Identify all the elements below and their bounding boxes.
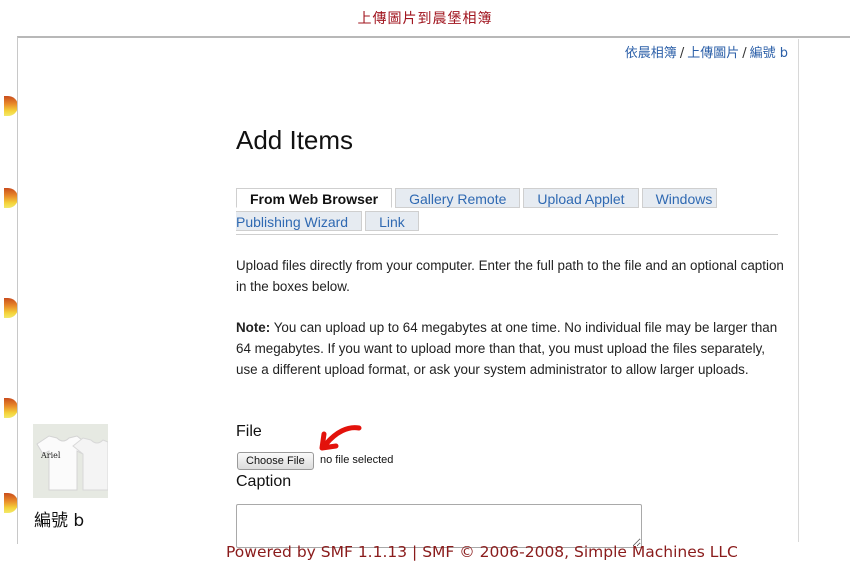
breadcrumb-album-link[interactable]: 依晨相簿 [625, 46, 677, 61]
breadcrumb-upload-link[interactable]: 上傳圖片 [687, 46, 739, 61]
side-bullet-icon [4, 398, 18, 418]
note-text: You can upload up to 64 megabytes at one… [236, 320, 778, 377]
tab-windows-publishing-wizard-cont[interactable]: Publishing Wizard [236, 211, 363, 231]
intro-text: Upload files directly from your computer… [236, 258, 784, 294]
breadcrumb-separator: / [742, 46, 747, 61]
side-bullet-icon [4, 96, 18, 116]
page-title: Add Items [236, 125, 354, 155]
breadcrumb-separator: / [679, 46, 685, 61]
note-paragraph: Note: You can upload up to 64 megabytes … [236, 317, 786, 380]
breadcrumb-item-link[interactable]: 編號 b [750, 46, 788, 61]
tabs-divider [236, 234, 778, 235]
side-bullet-icon [4, 188, 18, 208]
tshirt-image: Ariel [33, 424, 108, 498]
tab-gallery-remote[interactable]: Gallery Remote [395, 188, 521, 208]
tab-from-web-browser[interactable]: From Web Browser [236, 188, 393, 208]
caption-input[interactable] [236, 504, 642, 548]
upload-method-tabs: From Web Browser Gallery Remote Upload App… [236, 188, 778, 232]
tab-link[interactable]: Link [365, 211, 419, 231]
file-label: File [236, 423, 262, 440]
tab-windows-publishing-wizard[interactable]: Windows [641, 188, 718, 208]
tab-upload-applet[interactable]: Upload Applet [523, 188, 639, 208]
breadcrumb: 依晨相簿 / 上傳圖片 / 編號 b [625, 42, 788, 61]
caption-label: Caption [236, 473, 292, 490]
footer-credits: Powered by SMF 1.1.13 | SMF © 2006-2008,… [226, 543, 738, 561]
side-bullet-icon [4, 298, 18, 318]
red-arrow-icon [319, 425, 362, 451]
thumb-text: Ariel [40, 451, 61, 460]
file-status: no file selected [320, 454, 394, 466]
side-bullet-icon [4, 493, 18, 513]
album-item-caption: 編號 b [34, 511, 85, 531]
note-label: Note: [236, 320, 271, 335]
album-thumbnail[interactable]: Ariel [33, 424, 108, 498]
choose-file-button[interactable]: Choose File [237, 452, 314, 470]
header-title: 上傳圖片到晨堡相簿 [357, 11, 493, 27]
